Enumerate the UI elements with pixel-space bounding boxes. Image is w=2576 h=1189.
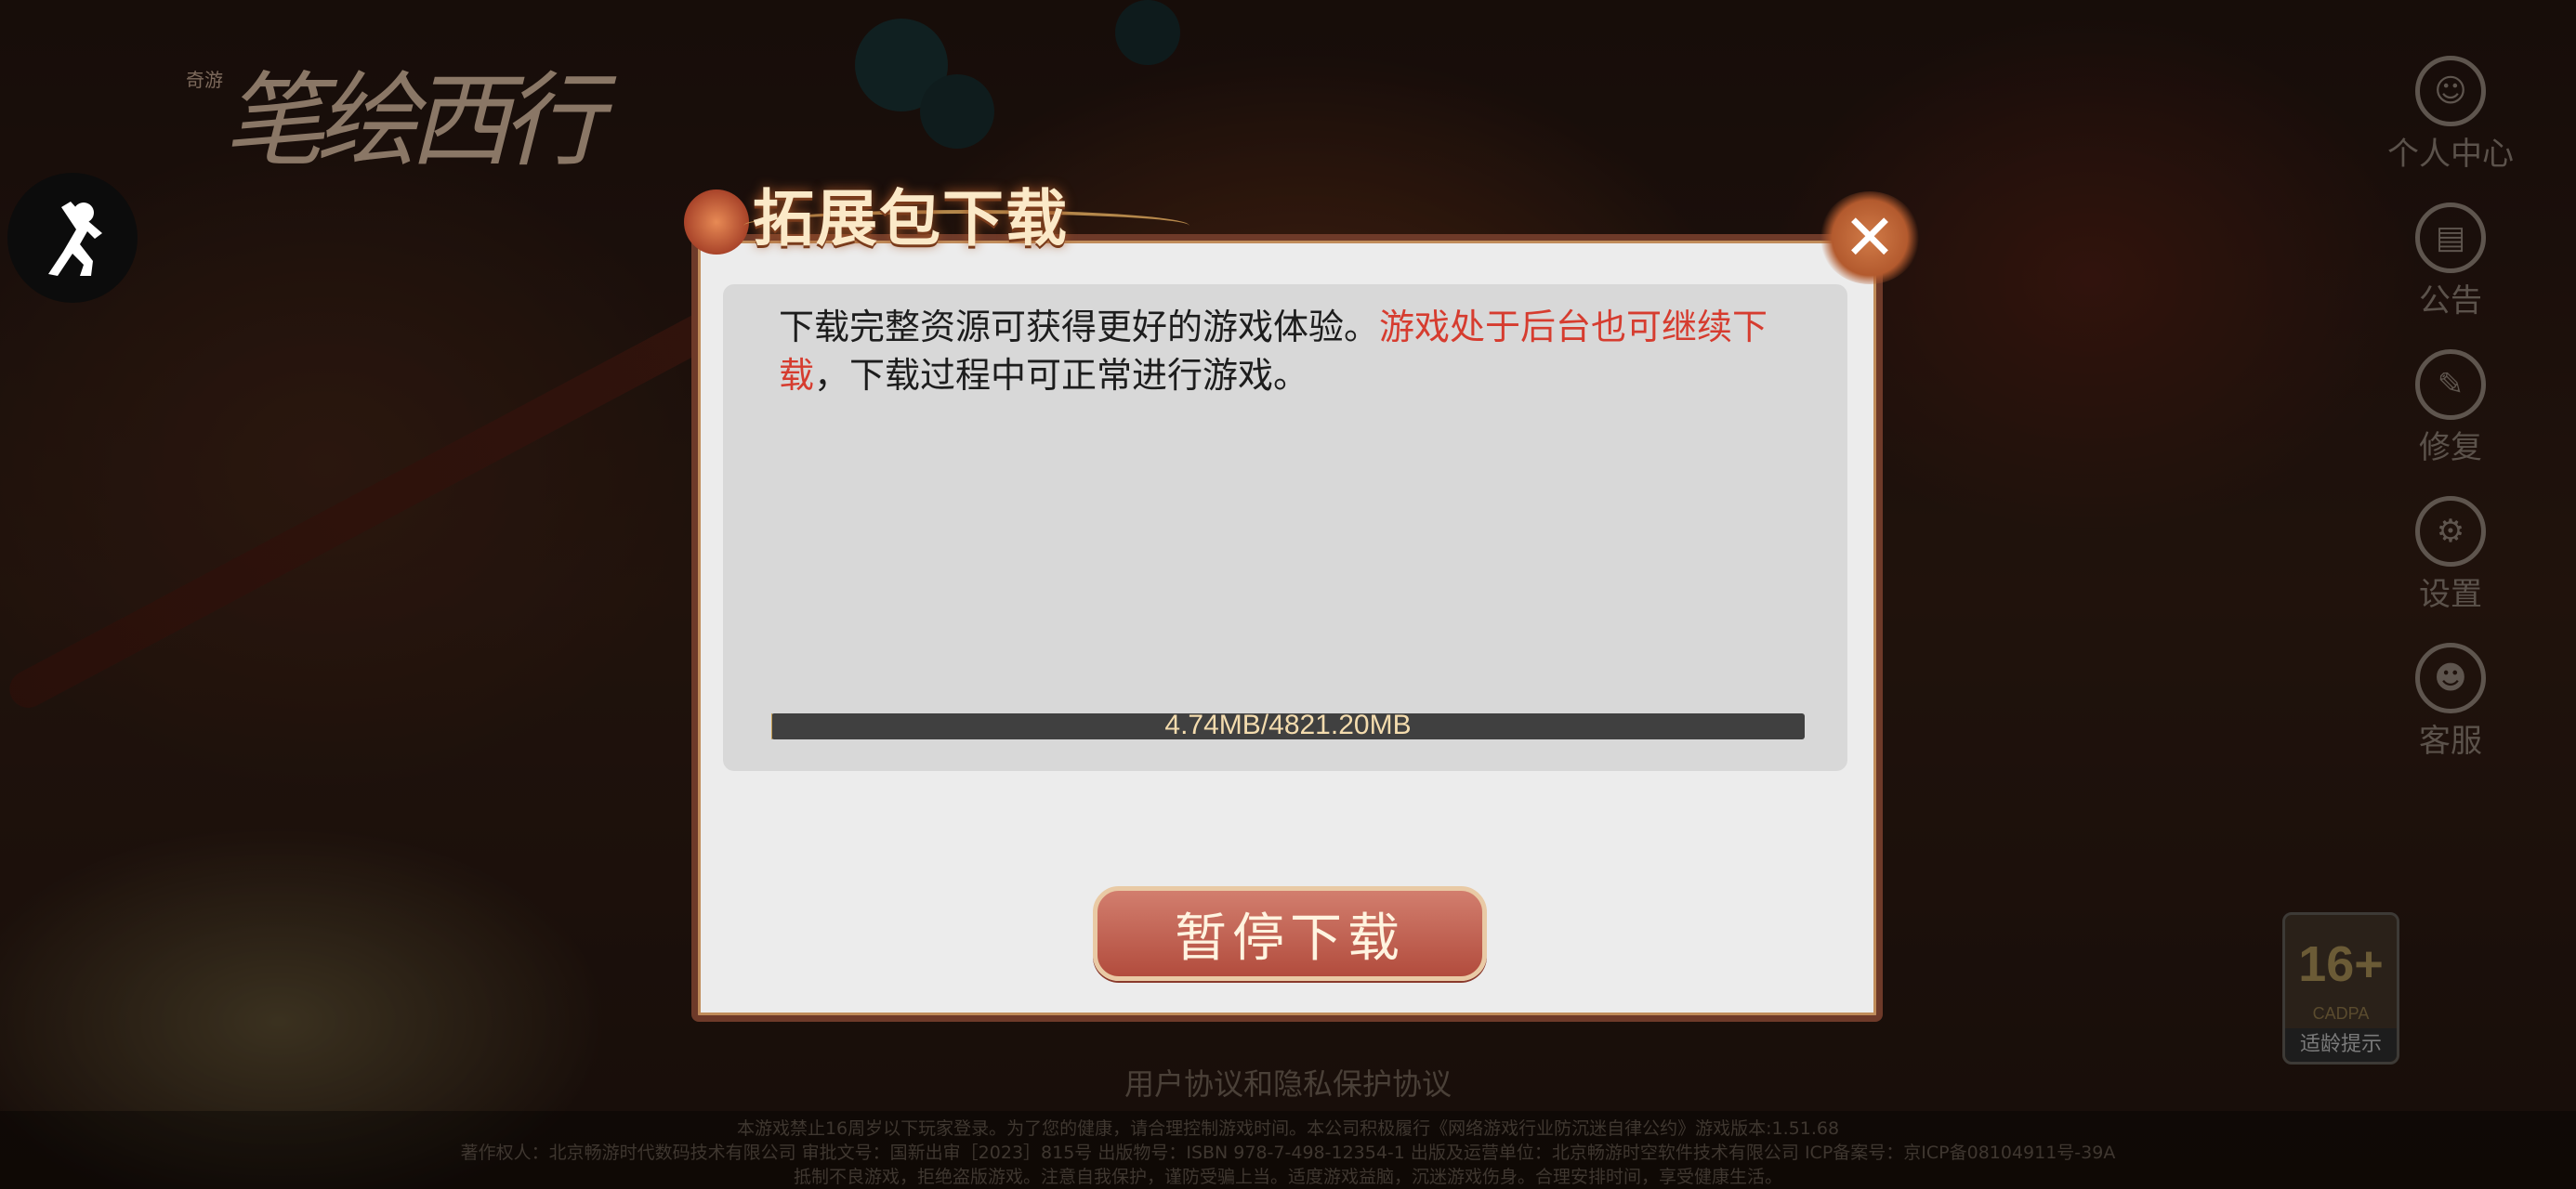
repair-icon: ✎ (2415, 349, 2486, 420)
floating-assistant-button[interactable] (7, 173, 138, 303)
side-item-label: 设置 (2419, 576, 2482, 613)
age-rating-number: 16+ (2298, 936, 2384, 992)
notice-icon: ▤ (2415, 203, 2486, 273)
side-item-personal-center[interactable]: ☺ 个人中心 (2325, 56, 2576, 186)
legal-line: 抵制不良游戏，拒绝盗版游戏。注意自我保护，谨防受骗上当。适度游戏益脑，沉迷游戏伤… (793, 1167, 1782, 1187)
runner-icon (48, 202, 102, 276)
side-item-support[interactable]: ☻ 客服 (2325, 643, 2576, 773)
legal-line: 本游戏禁止16周岁以下玩家登录。为了您的健康，请合理控制游戏时间。本公司积极履行… (736, 1118, 1840, 1139)
logo-small-text: 奇游 (186, 69, 223, 91)
support-icon: ☻ (2415, 643, 2486, 713)
agreement-link[interactable]: 用户协议和隐私保护协议 (0, 1061, 2576, 1104)
gear-icon: ⚙ (2415, 496, 2486, 567)
game-logo: 奇游 笔绘西行 (186, 28, 632, 180)
progress-text: 4.74MB/4821.20MB (1164, 710, 1412, 740)
person-icon: ☺ (2415, 56, 2486, 126)
close-icon: ✕ (1843, 201, 1897, 275)
side-item-label: 修复 (2419, 429, 2482, 466)
side-item-notice[interactable]: ▤ 公告 (2325, 203, 2576, 333)
legal-line: 著作权人：北京畅游时代数码技术有限公司 审批文号：国新出审［2023］815号 … (460, 1143, 2116, 1163)
message-text: 下载完整资源可获得更好的游戏体验。 (779, 307, 1380, 347)
side-item-label: 客服 (2419, 723, 2482, 760)
close-button[interactable]: ✕ (1820, 191, 1920, 284)
age-rating-tip: 适龄提示 (2285, 1028, 2397, 1062)
dialog-title: 拓展包下载 (753, 182, 1069, 255)
dialog-message: 下载完整资源可获得更好的游戏体验。游戏处于后台也可继续下载，下载过程中可正常进行… (779, 303, 1801, 399)
logo-title: 笔绘西行 (223, 61, 604, 180)
age-rating-org: CADPA (2312, 1004, 2370, 1023)
lantern-ornament (684, 189, 749, 255)
age-rating-badge[interactable]: 16+ CADPA 适龄提示 (2282, 912, 2399, 1065)
download-progress-bar: 4.74MB/4821.20MB (771, 710, 1805, 740)
side-item-label: 个人中心 (2387, 136, 2514, 173)
side-item-repair[interactable]: ✎ 修复 (2325, 349, 2576, 479)
side-item-settings[interactable]: ⚙ 设置 (2325, 496, 2576, 626)
dialog-content: 下载完整资源可获得更好的游戏体验。游戏处于后台也可继续下载，下载过程中可正常进行… (723, 284, 1847, 771)
pause-download-button[interactable]: 暂停下载 (1093, 886, 1487, 981)
message-text: ，下载过程中可正常进行游戏。 (814, 355, 1309, 396)
side-item-label: 公告 (2419, 282, 2482, 320)
